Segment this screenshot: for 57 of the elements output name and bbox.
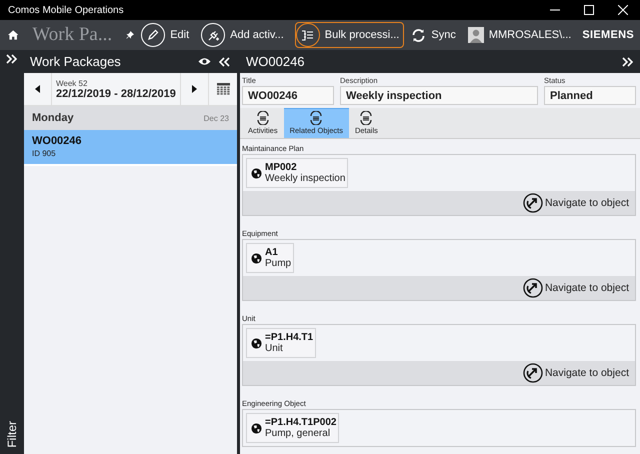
week-range: 22/12/2019 - 28/12/2019	[56, 88, 177, 100]
navigate-icon	[522, 278, 543, 298]
toolbar-button[interactable]: Bulk processi...	[294, 22, 404, 48]
text-field[interactable]: Weekly inspection	[340, 86, 538, 105]
object-name: Pump	[265, 258, 292, 269]
list-icon	[301, 28, 314, 42]
object-id: =P1.H4.T1P002	[265, 417, 336, 428]
avatar-icon	[468, 27, 484, 43]
work-package-item[interactable]: WO00246 ID 905	[24, 130, 237, 166]
collapse-icon[interactable]	[219, 56, 231, 66]
sync-list-icon	[256, 111, 270, 125]
toolbar-button[interactable]: Add activ...	[200, 22, 289, 48]
sync-list-icon	[359, 111, 374, 125]
close-icon[interactable]	[618, 5, 628, 15]
panel-title: Work Packages	[30, 54, 122, 69]
right-triangle-icon	[192, 85, 197, 93]
object-id: A1	[265, 247, 279, 258]
globe-icon	[251, 338, 262, 348]
filter-tab[interactable]: Filter	[5, 421, 19, 448]
detail-title: WO00246	[246, 54, 306, 69]
eye-icon[interactable]	[198, 57, 211, 66]
object-tile[interactable]: =P1.H4.T1P002 Pump, general	[246, 413, 340, 443]
toolbar-button[interactable]: Edit	[140, 22, 194, 48]
work-package-id: WO00246	[32, 135, 83, 147]
toolbar-button[interactable]: Sync	[410, 22, 461, 48]
object-tile[interactable]: =P1.H4.T1 Unit	[246, 328, 316, 358]
maximize-icon[interactable]	[584, 5, 594, 15]
object-name: Unit	[265, 343, 284, 354]
sync-list-icon	[309, 111, 324, 125]
day-date: Dec 23	[204, 114, 229, 122]
globe-icon	[251, 252, 262, 264]
text-field[interactable]: WO00246	[242, 86, 334, 105]
globe-icon	[251, 422, 262, 434]
expand-icon[interactable]	[6, 54, 18, 64]
object-tile[interactable]: A1 Pump	[246, 243, 294, 273]
sync-icon	[411, 28, 426, 42]
navigate-icon	[522, 193, 543, 213]
window-title: Comos Mobile Operations	[8, 4, 125, 16]
calendar-icon	[216, 83, 230, 95]
object-tile[interactable]: MP002 Weekly inspection	[246, 158, 348, 188]
left-triangle-icon	[35, 85, 40, 93]
work-package-subtitle: ID 905	[32, 149, 57, 158]
day-name: Monday	[32, 112, 74, 124]
object-name: Pump, general	[265, 428, 332, 439]
page-title: Work Pa...	[32, 24, 112, 46]
object-id: MP002	[265, 162, 298, 173]
object-name: Weekly inspection	[265, 173, 346, 184]
globe-icon	[251, 168, 262, 178]
pencil-icon	[147, 29, 160, 41]
expand-icon[interactable]	[622, 56, 634, 66]
brand-logo: SIEMENS	[582, 29, 634, 41]
object-id: =P1.H4.T1	[265, 332, 314, 343]
navigate-icon	[522, 363, 543, 383]
user-button[interactable]: MMROSALES\...	[466, 22, 576, 48]
plug-plus-icon	[206, 28, 220, 42]
text-field[interactable]: Planned	[544, 86, 636, 105]
week-label: Week 52	[56, 78, 88, 88]
